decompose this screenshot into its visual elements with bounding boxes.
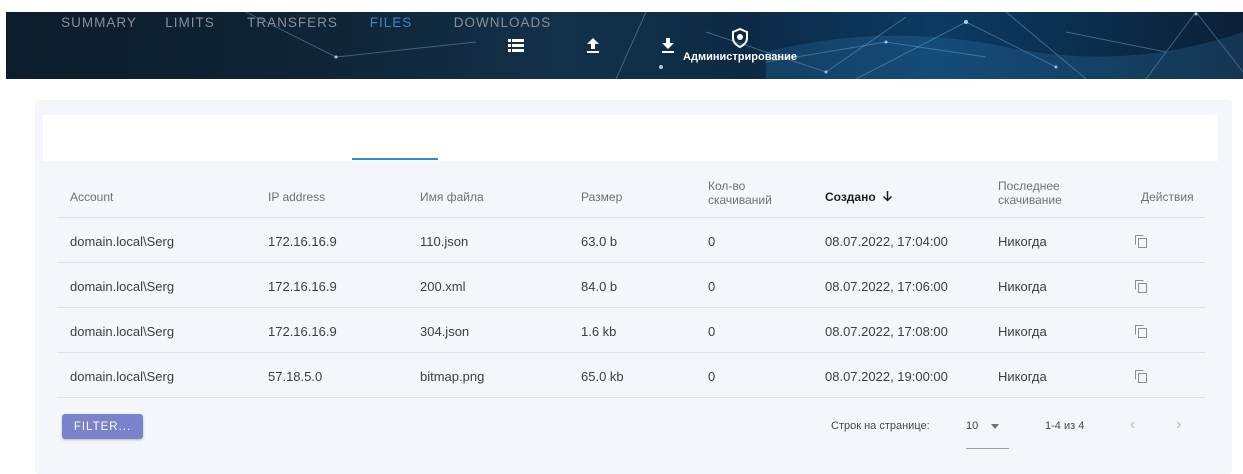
column-header-account[interactable]: Account: [70, 190, 113, 204]
chevron-right-icon[interactable]: ›: [1176, 416, 1181, 434]
cell-account: domain.local\Serg: [70, 279, 175, 294]
cell-created: 08.07.2022, 17:06:00: [825, 279, 948, 294]
cell-ip: 172.16.16.9: [268, 279, 337, 294]
cell-size: 65.0 kb: [581, 369, 624, 384]
column-header-last-download[interactable]: Последнее скачивание: [998, 179, 1088, 207]
copy-icon[interactable]: [1135, 280, 1147, 293]
rows-per-page-label: Строк на странице:: [831, 420, 930, 432]
cell-last-download: Никогда: [998, 324, 1047, 339]
column-header-actions: Действия: [1141, 190, 1194, 204]
cell-filename: 200.xml: [420, 279, 466, 294]
row-divider: [57, 352, 1205, 353]
cell-filename: 304.json: [420, 324, 470, 339]
cell-ip: 172.16.16.9: [268, 324, 337, 339]
cell-created: 08.07.2022, 17:08:00: [825, 324, 948, 339]
admin-shield-icon: [732, 28, 748, 48]
tab-files[interactable]: FILES: [364, 0, 418, 46]
cell-filename: 110.json: [420, 234, 469, 249]
nav-upload-button[interactable]: [581, 12, 605, 79]
cell-size: 63.0 b: [581, 234, 618, 249]
tab-limits[interactable]: LIMITS: [160, 0, 220, 46]
column-header-size[interactable]: Размер: [581, 190, 622, 204]
cell-filename: bitmap.png: [420, 369, 485, 384]
column-header-created[interactable]: Создано: [825, 190, 893, 204]
cell-ip: 172.16.16.9: [268, 234, 337, 249]
header-divider: [57, 217, 1205, 218]
cell-download-count: 0: [708, 234, 716, 249]
dropdown-arrow-icon: [991, 424, 999, 429]
nav-admin-label: Администрирование: [683, 51, 797, 63]
active-tab-indicator: [352, 158, 438, 160]
row-divider: [57, 262, 1205, 263]
tab-downloads[interactable]: DOWNLOADS: [450, 0, 555, 46]
cell-ip: 57.18.5.0: [268, 369, 323, 384]
cell-created: 08.07.2022, 17:04:00: [825, 234, 948, 249]
cell-download-count: 0: [708, 279, 716, 294]
cell-size: 1.6 kb: [581, 324, 617, 339]
cell-download-count: 0: [708, 369, 716, 384]
cell-download-count: 0: [708, 324, 716, 339]
row-divider: [57, 307, 1205, 308]
cell-created: 08.07.2022, 19:00:00: [825, 369, 948, 384]
chevron-left-icon[interactable]: ‹: [1130, 416, 1135, 434]
sort-descending-icon: [882, 191, 893, 202]
column-header-filename[interactable]: Имя файла: [420, 190, 484, 204]
column-header-created-label: Создано: [825, 190, 876, 204]
column-header-download-count[interactable]: Кол-во скачиваний: [708, 179, 788, 207]
copy-icon[interactable]: [1135, 235, 1147, 248]
cell-last-download: Никогда: [998, 234, 1047, 249]
cell-size: 84.0 b: [581, 279, 618, 294]
tab-summary[interactable]: SUMMARY: [60, 0, 138, 46]
nav-admin-button[interactable]: Администрирование: [670, 12, 810, 79]
rows-per-page-value: 10: [966, 420, 979, 432]
tab-bar: [43, 115, 1218, 161]
cell-account: domain.local\Serg: [70, 369, 175, 384]
copy-icon[interactable]: [1135, 325, 1147, 338]
cell-last-download: Никогда: [998, 369, 1047, 384]
row-divider: [57, 397, 1205, 398]
filter-button[interactable]: FILTER...: [62, 414, 143, 439]
upload-icon: [587, 37, 599, 53]
rows-per-page-select[interactable]: 10: [966, 414, 1009, 450]
pagination-range: 1-4 из 4: [1045, 420, 1085, 432]
tab-transfers[interactable]: TRANSFERS: [246, 0, 339, 46]
copy-icon[interactable]: [1135, 370, 1147, 383]
cell-account: domain.local\Serg: [70, 324, 175, 339]
cell-last-download: Никогда: [998, 279, 1047, 294]
cell-account: domain.local\Serg: [70, 234, 175, 249]
column-header-ip[interactable]: IP address: [268, 190, 325, 204]
select-underline: [966, 448, 1009, 449]
